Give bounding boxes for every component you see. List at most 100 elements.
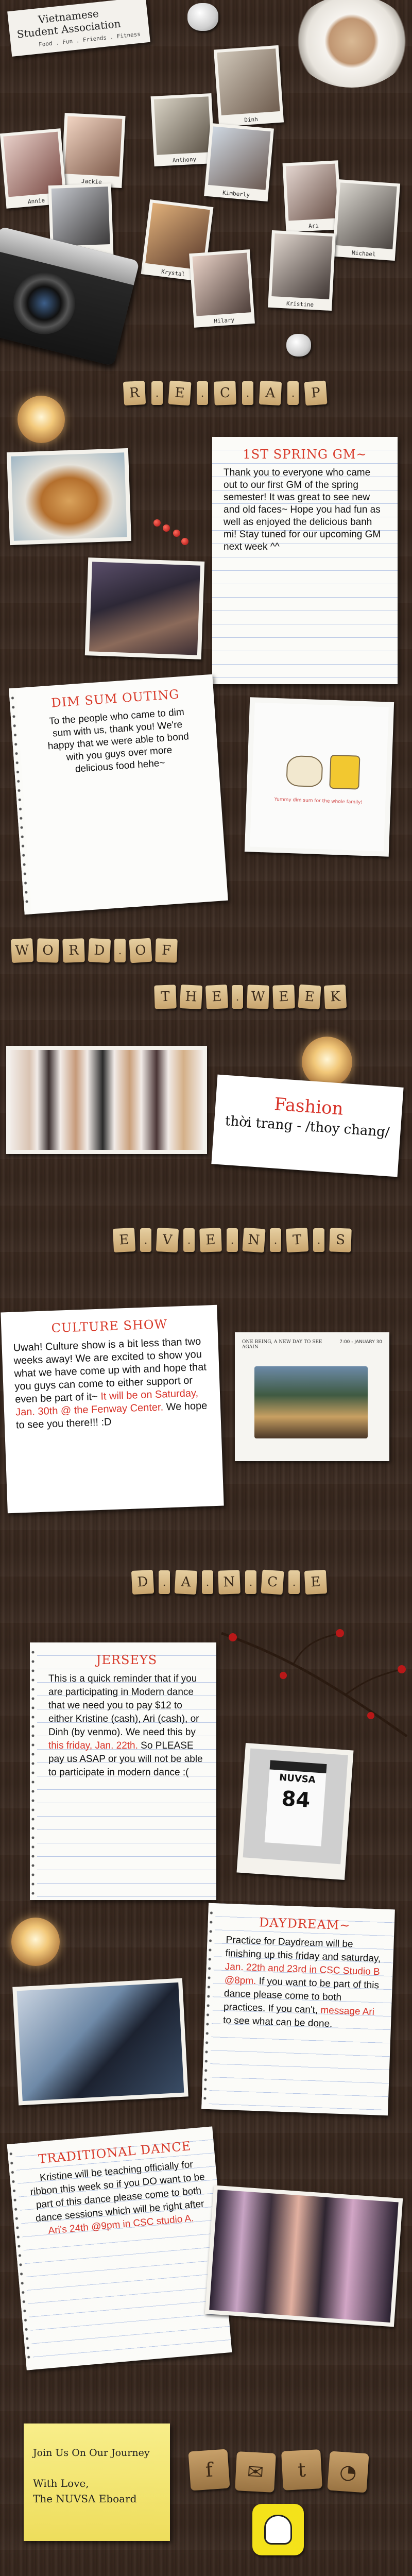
dimsum-body: To the people who came to dim sum with u… xyxy=(47,706,190,775)
tile-separator: . xyxy=(151,381,163,405)
tile: E xyxy=(168,380,192,406)
candle-image xyxy=(11,1918,60,1966)
tile: P xyxy=(304,380,328,406)
culture-show-title: CULTURE SHOW xyxy=(51,1317,168,1336)
candle-image xyxy=(18,396,65,443)
daydream-note: DAYDREAM~ Practice for Daydream will be … xyxy=(201,1903,395,2116)
member-photo-ari: Ari xyxy=(282,160,342,232)
word-card: Fashion thời trang - /thoy chang/ xyxy=(211,1074,404,1177)
header-card: Vietnamese Student Association Food . Fu… xyxy=(7,0,150,57)
fashion-photo xyxy=(6,1046,207,1154)
twitter-icon[interactable]: t xyxy=(281,2449,322,2490)
jersey-photo: NUVSA 84 xyxy=(236,1742,354,1880)
tile-separator: . xyxy=(227,1228,238,1252)
member-name: Ari xyxy=(308,222,319,230)
tile: N xyxy=(242,1227,266,1253)
tile: N xyxy=(218,1570,241,1595)
tile: E xyxy=(199,1228,222,1252)
rss-icon[interactable]: ◔ xyxy=(327,2451,369,2493)
tile-separator: . xyxy=(183,1228,195,1252)
dimsum-caption: Yummy dim sum for the whole family! xyxy=(274,796,363,805)
traditional-dance-body: Kristine will be teaching officially for… xyxy=(29,2159,205,2236)
member-photo-kristine: Kristine xyxy=(268,230,336,311)
tile-separator: . xyxy=(140,1228,151,1252)
branch-decor xyxy=(221,1629,408,1738)
tile: O xyxy=(37,938,59,963)
tile: T xyxy=(285,1227,309,1253)
tile: H xyxy=(179,984,203,1010)
footer-line1: Join Us On Our Journey xyxy=(33,2447,150,2459)
member-photo-hilary: Hilary xyxy=(189,249,255,328)
banh-mi-photo xyxy=(6,448,132,546)
crumpled-paper-icon xyxy=(286,334,311,357)
jerseys-body: This is a quick reminder that if you are… xyxy=(48,1673,203,1778)
tile: K xyxy=(323,984,347,1010)
tile: C xyxy=(214,381,236,405)
member-name: Dinh xyxy=(244,115,259,124)
member-photo-kimberly: Kimberly xyxy=(204,123,274,202)
culture-show-note: CULTURE SHOW Uwah! Culture show is a bit… xyxy=(1,1304,224,1514)
camera-image xyxy=(0,226,140,366)
facebook-icon[interactable]: f xyxy=(188,2449,230,2491)
daydream-title: DAYDREAM~ xyxy=(259,1915,351,1933)
member-photo-dinh: Dinh xyxy=(213,45,284,127)
gm-title: 1ST SPRING GM~ xyxy=(243,447,367,462)
member-photo-jackie: Jackie xyxy=(61,113,126,188)
berry-decor xyxy=(181,538,188,545)
tile-separator: . xyxy=(270,1228,281,1252)
tile: V xyxy=(156,1227,179,1253)
jersey-number: 84 xyxy=(281,1787,311,1812)
culture-show-poster: ONE BEING, A NEW DAY TO SEE AGAIN 7:00 -… xyxy=(235,1332,389,1461)
jerseys-note: JERSEYS This is a quick reminder that if… xyxy=(30,1642,216,1900)
tile: E xyxy=(112,1227,136,1253)
tile-separator: . xyxy=(245,1570,256,1594)
poster-title: ONE BEING, A NEW DAY TO SEE AGAIN xyxy=(242,1340,322,1350)
tile-separator: . xyxy=(202,1570,213,1594)
tile: E xyxy=(304,1569,328,1595)
crumpled-paper-icon xyxy=(187,3,218,31)
berry-decor xyxy=(173,530,180,537)
dancer-photo xyxy=(12,1978,188,2106)
member-name: Michael xyxy=(351,249,376,258)
tile: A xyxy=(174,1569,198,1595)
tile: D xyxy=(88,938,111,963)
email-icon[interactable]: ✉ xyxy=(235,2451,276,2493)
recap-tiles: R . E . C . A . P xyxy=(123,380,328,406)
footer-line3: The NUVSA Eboard xyxy=(33,2493,137,2505)
tile-separator: . xyxy=(114,939,126,962)
culture-show-body: Uwah! Culture show is a bit less than tw… xyxy=(13,1335,208,1431)
gm-body: Thank you to everyone who came out to ou… xyxy=(224,467,381,552)
tile-separator: . xyxy=(288,1570,300,1594)
tile: D xyxy=(131,1569,154,1595)
word-of-week-tiles-line1: W O R D . O F xyxy=(10,938,178,963)
snapchat-icon[interactable] xyxy=(252,2504,304,2555)
member-name: Kimberly xyxy=(222,189,250,199)
tile: E xyxy=(298,984,321,1010)
dance-tiles: D . A . N . C . E xyxy=(131,1569,328,1595)
member-photo-michael: Michael xyxy=(332,179,401,261)
tile: T xyxy=(154,985,177,1009)
tile: S xyxy=(329,1228,352,1252)
tile: O xyxy=(129,938,152,963)
footer-line2: With Love, xyxy=(33,2477,89,2489)
tile: R xyxy=(62,938,85,963)
tile: C xyxy=(261,1569,284,1595)
tile-separator: . xyxy=(159,1570,170,1594)
coffee-cup-image xyxy=(293,0,411,88)
group-photo xyxy=(84,557,205,659)
tile-separator: . xyxy=(197,381,208,405)
tile-separator: . xyxy=(232,985,243,1009)
events-tiles: E . V . E . N . T . S xyxy=(112,1227,352,1253)
tile: W xyxy=(10,938,34,963)
tile: E xyxy=(205,984,229,1010)
member-photo-anthony: Anthony xyxy=(150,93,215,166)
tile: W xyxy=(247,985,269,1009)
tile-separator: . xyxy=(287,381,299,405)
tile: F xyxy=(155,938,178,963)
tile: E xyxy=(272,985,295,1009)
tile-separator: . xyxy=(242,381,253,405)
berry-decor xyxy=(163,524,170,532)
member-name: Hilary xyxy=(214,316,235,325)
word-of-week-tiles-line2: T H E . W E E K xyxy=(154,984,347,1010)
dimsum-illustration: Yummy dim sum for the whole family! xyxy=(244,697,394,857)
